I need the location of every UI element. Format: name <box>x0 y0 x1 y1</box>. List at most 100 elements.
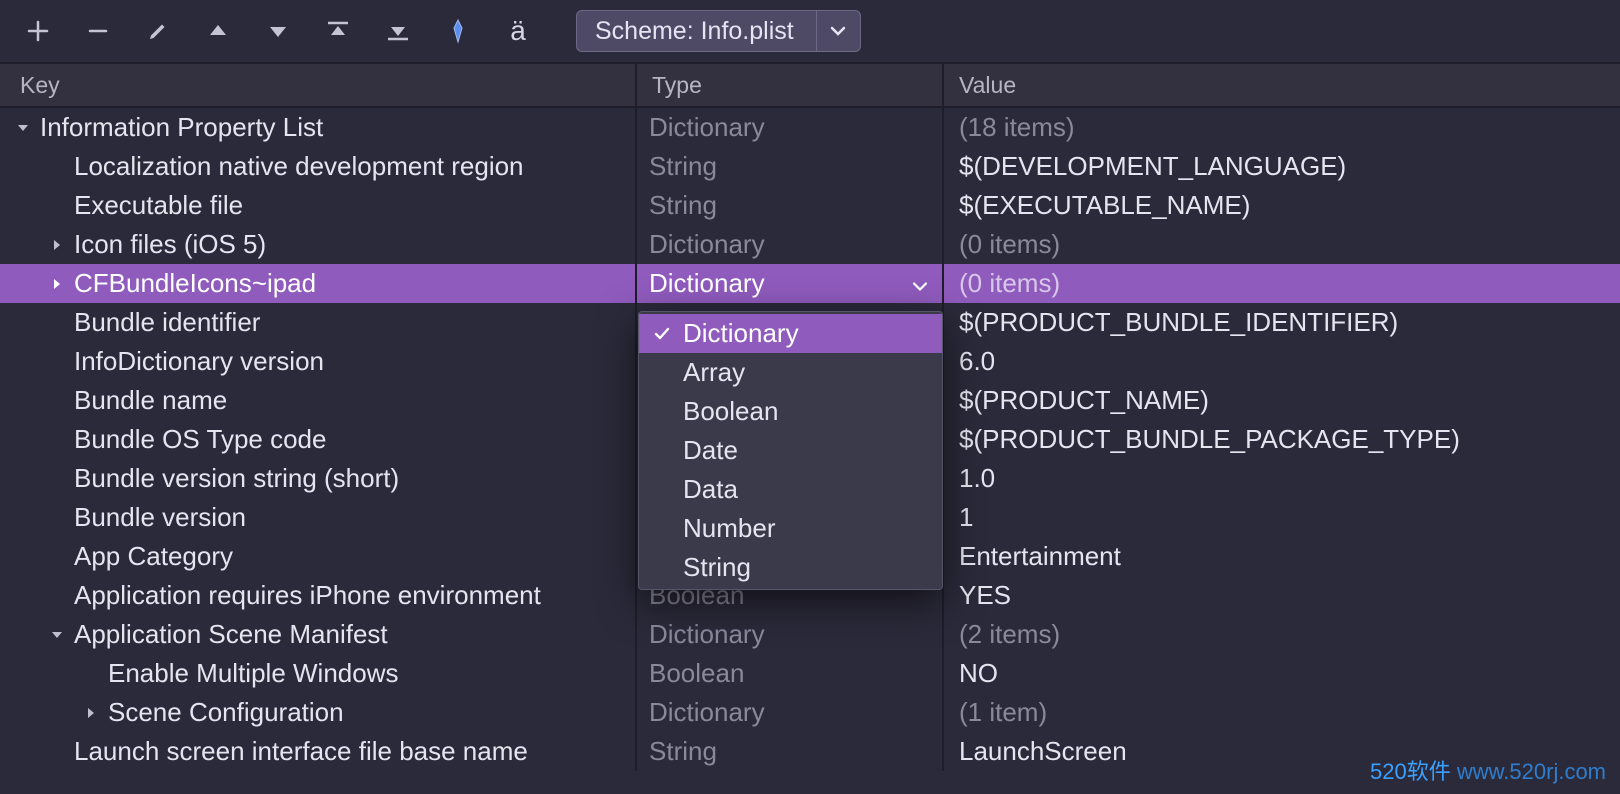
cell-value[interactable]: 1.0 <box>944 459 1620 498</box>
cell-value[interactable]: $(PRODUCT_BUNDLE_IDENTIFIER) <box>944 303 1620 342</box>
key-text: InfoDictionary version <box>74 346 324 377</box>
add-button[interactable] <box>18 11 58 51</box>
localization-icon[interactable]: ä <box>498 11 538 51</box>
cell-type[interactable]: Dictionary <box>637 264 944 303</box>
cell-key[interactable]: App Category <box>0 537 637 576</box>
cell-value[interactable]: 6.0 <box>944 342 1620 381</box>
type-option[interactable]: Data <box>639 470 942 509</box>
type-text: Dictionary <box>649 619 765 650</box>
value-text: (1 item) <box>959 697 1047 728</box>
cell-type[interactable]: Boolean <box>637 654 944 693</box>
column-header-type[interactable]: Type <box>637 64 944 106</box>
cell-key[interactable]: Bundle OS Type code <box>0 420 637 459</box>
cell-type[interactable]: Dictionary <box>637 225 944 264</box>
type-option-label: Boolean <box>683 396 778 427</box>
cell-value[interactable]: $(PRODUCT_NAME) <box>944 381 1620 420</box>
cell-type[interactable]: String <box>637 186 944 225</box>
cell-key[interactable]: Executable file <box>0 186 637 225</box>
cell-key[interactable]: CFBundleIcons~ipad <box>0 264 637 303</box>
chevron-down-icon[interactable] <box>912 268 928 299</box>
cell-key[interactable]: Icon files (iOS 5) <box>0 225 637 264</box>
chevron-down-icon[interactable] <box>46 628 68 642</box>
plist-row[interactable]: Enable Multiple Windows BooleanNO <box>0 654 1620 693</box>
key-text: Launch screen interface file base name <box>74 736 528 767</box>
remove-button[interactable] <box>78 11 118 51</box>
cell-value[interactable]: (18 items) <box>944 108 1620 147</box>
cell-key[interactable]: Information Property List <box>0 108 637 147</box>
plist-row[interactable]: Localization native development regionSt… <box>0 147 1620 186</box>
type-option-label: String <box>683 552 751 583</box>
chevron-right-icon[interactable] <box>80 706 102 720</box>
cell-value[interactable]: 1 <box>944 498 1620 537</box>
type-option[interactable]: Dictionary <box>639 314 942 353</box>
cell-value[interactable]: (1 item) <box>944 693 1620 732</box>
build-icon[interactable] <box>438 11 478 51</box>
column-header-key[interactable]: Key <box>0 64 637 106</box>
toolbar: ä Scheme: Info.plist <box>0 0 1620 64</box>
cell-value[interactable]: NO <box>944 654 1620 693</box>
type-text: Dictionary <box>649 112 765 143</box>
cell-key[interactable]: Bundle version string (short) <box>0 459 637 498</box>
cell-type[interactable]: Dictionary <box>637 108 944 147</box>
edit-button[interactable] <box>138 11 178 51</box>
cell-value[interactable]: (0 items) <box>944 264 1620 303</box>
cell-key[interactable]: Scene Configuration <box>0 693 637 732</box>
cell-key[interactable]: Bundle name <box>0 381 637 420</box>
scheme-selector[interactable]: Scheme: Info.plist <box>576 10 861 52</box>
value-text: $(DEVELOPMENT_LANGUAGE) <box>959 151 1346 182</box>
type-option[interactable]: Date <box>639 431 942 470</box>
cell-key[interactable]: Application requires iPhone environment <box>0 576 637 615</box>
cell-key[interactable]: Bundle identifier <box>0 303 637 342</box>
column-header-value[interactable]: Value <box>944 64 1620 106</box>
value-text: $(PRODUCT_BUNDLE_PACKAGE_TYPE) <box>959 424 1460 455</box>
chevron-right-icon[interactable] <box>46 238 68 252</box>
plist-row[interactable]: Icon files (iOS 5)Dictionary(0 items) <box>0 225 1620 264</box>
plist-row[interactable]: CFBundleIcons~ipad Dictionary (0 items) <box>0 264 1620 303</box>
move-down-button[interactable] <box>258 11 298 51</box>
key-text: Enable Multiple Windows <box>108 658 398 689</box>
chevron-down-icon[interactable] <box>12 121 34 135</box>
key-text: Scene Configuration <box>108 697 344 728</box>
type-option[interactable]: Array <box>639 353 942 392</box>
plist-row[interactable]: Information Property List Dictionary (18 i… <box>0 108 1620 147</box>
align-top-button[interactable] <box>318 11 358 51</box>
cell-type[interactable]: Dictionary <box>637 615 944 654</box>
chevron-down-icon[interactable] <box>816 11 860 51</box>
cell-key[interactable]: Launch screen interface file base name <box>0 732 637 771</box>
cell-value[interactable]: YES <box>944 576 1620 615</box>
cell-value[interactable]: $(EXECUTABLE_NAME) <box>944 186 1620 225</box>
type-option[interactable]: Number <box>639 509 942 548</box>
cell-type[interactable]: String <box>637 732 944 771</box>
plist-row[interactable]: Executable file String $(EXECUTABLE_NAME) <box>0 186 1620 225</box>
cell-value[interactable]: (2 items) <box>944 615 1620 654</box>
cell-value[interactable]: (0 items) <box>944 225 1620 264</box>
key-text: Bundle identifier <box>74 307 260 338</box>
type-dropdown[interactable]: DictionaryArray Boolean Date Data Number Stri… <box>638 311 943 590</box>
cell-key[interactable]: InfoDictionary version <box>0 342 637 381</box>
plist-row[interactable]: Scene Configuration Dictionary (1 item) <box>0 693 1620 732</box>
align-bottom-button[interactable] <box>378 11 418 51</box>
plist-row[interactable]: Application Scene Manifest Dictionary (2 i… <box>0 615 1620 654</box>
type-option[interactable]: Boolean <box>639 392 942 431</box>
cell-key[interactable]: Localization native development region <box>0 147 637 186</box>
value-text: 6.0 <box>959 346 995 377</box>
cell-value[interactable]: $(DEVELOPMENT_LANGUAGE) <box>944 147 1620 186</box>
cell-type[interactable]: String <box>637 147 944 186</box>
type-text: String <box>649 190 717 221</box>
cell-key[interactable]: Bundle version <box>0 498 637 537</box>
type-option[interactable]: String <box>639 548 942 587</box>
chevron-right-icon[interactable] <box>46 277 68 291</box>
cell-key[interactable]: Application Scene Manifest <box>0 615 637 654</box>
type-option-label: Data <box>683 474 738 505</box>
type-text: Dictionary <box>649 268 765 299</box>
move-up-button[interactable] <box>198 11 238 51</box>
value-text: YES <box>959 580 1011 611</box>
type-text: Dictionary <box>649 697 765 728</box>
cell-value[interactable]: Entertainment <box>944 537 1620 576</box>
value-text: (2 items) <box>959 619 1060 650</box>
cell-value[interactable]: $(PRODUCT_BUNDLE_PACKAGE_TYPE) <box>944 420 1620 459</box>
cell-type[interactable]: Dictionary <box>637 693 944 732</box>
value-text: Entertainment <box>959 541 1121 572</box>
cell-key[interactable]: Enable Multiple Windows <box>0 654 637 693</box>
key-text: Application Scene Manifest <box>74 619 388 650</box>
